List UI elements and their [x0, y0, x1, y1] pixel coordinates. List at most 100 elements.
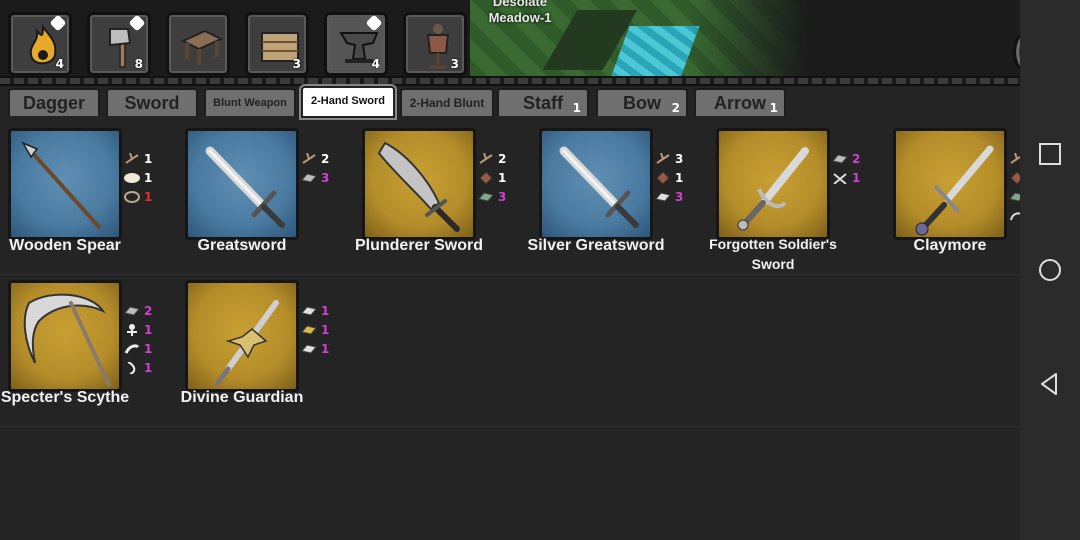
material-row: 3: [655, 188, 695, 207]
material-qty: 1: [321, 323, 330, 337]
feather-icon: [124, 173, 140, 183]
material-qty: 2: [144, 304, 153, 318]
iron-ingot-icon: [301, 173, 317, 183]
material-qty: 1: [144, 190, 153, 204]
ornate-icon: [737, 147, 809, 231]
station-axe-workbench[interactable]: 8: [87, 12, 151, 76]
material-qty: 1: [144, 342, 153, 356]
claymore-card[interactable]: [893, 128, 1007, 240]
material-qty: 1: [675, 171, 684, 185]
recipe-item[interactable]: 2 3 Greatsword: [177, 126, 353, 272]
tab-label: Staff: [523, 93, 563, 113]
back-icon[interactable]: [1036, 370, 1064, 398]
material-row: 1: [832, 169, 872, 188]
tab-staff[interactable]: Staff 1: [497, 88, 589, 116]
branch-icon: [479, 153, 493, 164]
material-row: 3: [478, 188, 518, 207]
silver-ingot-icon: [301, 344, 317, 354]
material-qty: 2: [321, 152, 330, 166]
item-name: Plunderer Sword: [354, 237, 484, 254]
greatsword-icon: [205, 146, 285, 228]
material-qty: 1: [144, 171, 153, 185]
skeleton-icon: [127, 324, 137, 336]
tab-count: 2: [671, 101, 680, 115]
map-shade: [690, 0, 820, 78]
gold-ingot-icon: [301, 325, 317, 335]
material-row: 2: [478, 150, 518, 169]
broad-card[interactable]: [362, 128, 476, 240]
tab-count: 1: [572, 101, 581, 115]
tab-label: Arrow: [713, 93, 766, 113]
recipe-item[interactable]: 2 1 Forgotten Soldier's Sword: [708, 126, 884, 272]
recipe-item[interactable]: 2 1 3 Plunderer Sword: [354, 126, 530, 272]
tab-2-hand-sword[interactable]: 2-Hand Sword: [301, 86, 395, 118]
tab-label: Sword: [124, 93, 180, 113]
recipe-item[interactable]: 3 1 3 Silver Greatsword: [528, 126, 707, 272]
ornate-card[interactable]: [716, 128, 830, 240]
recipe-grid: 1 1 1 Wooden Spear 2 3 Greatsword 2 1 3 Plunderer …: [0, 126, 1037, 540]
tab-label: 2-Hand Blunt: [409, 96, 485, 110]
material-list: 2 1 1 1: [124, 302, 164, 378]
material-qty: 2: [852, 152, 861, 166]
item-name: Specter's Scythe: [0, 389, 130, 406]
material-row: 1: [124, 359, 164, 378]
iron-ingot-icon: [124, 306, 140, 316]
material-row: 1: [301, 321, 341, 340]
tab-label: Bow: [623, 93, 661, 113]
divine-icon: [215, 300, 279, 386]
divine-card[interactable]: [185, 280, 299, 392]
table-icon: [180, 29, 224, 65]
location-name: Desolate Meadow-1: [488, 0, 552, 25]
material-qty: 3: [498, 190, 507, 204]
row-divider: [0, 274, 1020, 275]
material-qty: 1: [144, 152, 153, 166]
station-table[interactable]: [166, 12, 230, 76]
recipe-item[interactable]: 1 1 1 Wooden Spear: [0, 126, 176, 272]
station-count: 4: [371, 57, 380, 71]
material-qty: 1: [852, 171, 861, 185]
material-list: 23: [301, 150, 341, 188]
greatsword-card[interactable]: [185, 128, 299, 240]
tab-bow[interactable]: Bow 2: [596, 88, 688, 116]
material-list: 1 1 1: [301, 302, 341, 359]
bone-icon: [124, 344, 140, 354]
station-count: 3: [292, 57, 301, 71]
station-armor-stand[interactable]: 3: [403, 12, 467, 76]
station-count: 3: [450, 57, 459, 71]
material-list: 21: [832, 150, 872, 188]
recipe-item[interactable]: 1 1 1 Divine Guardian: [177, 278, 353, 424]
tab-2-hand-blunt[interactable]: 2-Hand Blunt: [400, 88, 494, 116]
recipe-item[interactable]: 2 1 1 1 Specter's Scythe: [0, 278, 176, 424]
material-row: 1: [124, 188, 164, 207]
jade-ingot-icon: [478, 192, 494, 202]
item-name: Silver Greatsword: [527, 237, 665, 254]
item-name: Forgotten Soldier's Sword: [709, 236, 837, 272]
iron-ingot-icon: [832, 154, 848, 164]
station-campfire[interactable]: 4: [8, 12, 72, 76]
scythe-card[interactable]: [8, 280, 122, 392]
spear-card[interactable]: [8, 128, 122, 240]
spear-icon: [21, 141, 101, 229]
tab-dagger[interactable]: Dagger: [8, 88, 100, 116]
material-row: 1: [124, 340, 164, 359]
material-row: 1: [655, 169, 695, 188]
weapon-category-tabs: Dagger Sword Blunt Weapon 2-Hand Sword 2-Han…: [0, 86, 1020, 118]
water-tile: [610, 26, 700, 78]
tab-label: 2-Hand Sword: [311, 95, 385, 107]
tab-blunt-weapon[interactable]: Blunt Weapon: [204, 88, 296, 116]
tab-sword[interactable]: Sword: [106, 88, 198, 116]
station-anvil[interactable]: 4: [324, 12, 388, 76]
recents-icon[interactable]: [1036, 140, 1064, 168]
tab-label: Dagger: [22, 93, 85, 113]
material-qty: 3: [675, 190, 684, 204]
home-icon[interactable]: [1036, 256, 1064, 284]
greatsword-card[interactable]: [539, 128, 653, 240]
material-row: 1: [478, 169, 518, 188]
item-name: Divine Guardian: [180, 389, 304, 406]
tab-arrow[interactable]: Arrow 1: [694, 88, 786, 116]
material-row: 1: [124, 321, 164, 340]
station-sawmill[interactable]: 3: [245, 12, 309, 76]
branch-icon: [656, 153, 670, 164]
material-qty: 3: [675, 152, 684, 166]
fang-icon: [127, 362, 136, 374]
